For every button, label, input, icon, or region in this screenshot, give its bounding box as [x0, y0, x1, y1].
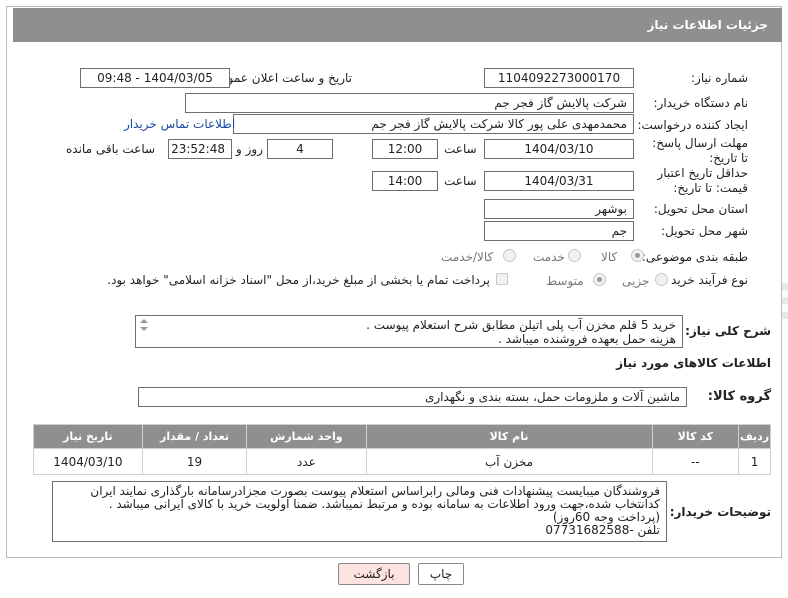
buyer-contact-link[interactable]: اطلاعات تماس خریدار [124, 117, 235, 131]
reply-deadline-label: مهلت ارسال پاسخ: تا تاریخ: [652, 136, 748, 165]
cell-qty: 19 [141, 448, 248, 475]
treasury-note: پرداخت تمام یا بخشی از مبلغ خرید،از محل … [107, 273, 490, 287]
goods-section-title: اطلاعات کالاهای مورد نیاز [616, 356, 771, 370]
price-validity-date-field: 1404/03/31 [484, 171, 634, 191]
description-label: شرح کلی نیاز: [685, 324, 771, 338]
reply-days-field: 4 [267, 139, 333, 159]
goods-group-label: گروه کالا: [707, 389, 771, 404]
price-validity-label: حداقل تاریخ اعتبار قیمت: تا تاریخ: [657, 166, 748, 195]
need-number-field: 1104092273000170 [484, 68, 634, 88]
page-title: جزئیات اطلاعات نیاز [647, 18, 768, 32]
goods-table: ردیف کد کالا نام کالا واحد شمارش تعداد /… [33, 424, 771, 475]
category-label: طبقه بندی موضوعی: [641, 250, 748, 264]
col-date: تاریخ نیاز [33, 424, 143, 449]
cell-date: 1404/03/10 [33, 448, 143, 475]
purchase-option-minor: جزیی [622, 274, 650, 288]
announce-field: 1404/03/05 - 09:48 [80, 68, 230, 88]
city-label: شهر محل تحویل: [661, 224, 748, 238]
goods-group-field: ماشین آلات و ملزومات حمل، بسته بندی و نگ… [138, 387, 687, 407]
purchase-radio-medium[interactable] [593, 273, 606, 286]
scroll-arrows-icon [140, 319, 148, 331]
need-number-label: شماره نیاز: [691, 71, 748, 85]
reply-date-field: 1404/03/10 [484, 139, 634, 159]
province-label: استان محل تحویل: [653, 202, 748, 216]
back-button[interactable]: بازگشت [338, 563, 410, 585]
cell-name: مخزن آب [365, 448, 653, 475]
requester-label: ایجاد کننده درخواست: [637, 118, 748, 132]
category-radio-goods[interactable] [631, 249, 644, 262]
province-field: بوشهر [484, 199, 634, 219]
price-validity-time-field: 14:00 [372, 171, 438, 191]
category-option-service: خدمت [533, 250, 565, 264]
category-radio-service[interactable] [568, 249, 581, 262]
description-line-2: هزینه حمل بعهده فروشنده میباشد . [497, 332, 676, 346]
cell-code: -- [651, 448, 740, 475]
col-unit: واحد شمارش [246, 424, 367, 449]
col-name: نام کالا [365, 424, 653, 449]
buyer-notes-textarea[interactable]: فروشندگان میبایست پیشنهادات فنی ومالی را… [52, 481, 667, 542]
cell-unit: عدد [246, 448, 367, 475]
reply-days-label: روز و [236, 142, 263, 156]
purchase-radio-minor[interactable] [655, 273, 668, 286]
buyer-notes-line-4: تلفن -07731682588 [545, 523, 660, 537]
col-code: کد کالا [651, 424, 740, 449]
print-button[interactable]: چاپ [418, 563, 464, 585]
city-field: جم [484, 221, 634, 241]
page-header: جزئیات اطلاعات نیاز [13, 8, 782, 42]
category-option-goods: کالا [601, 250, 618, 264]
treasury-checkbox[interactable] [496, 273, 508, 285]
price-validity-time-label: ساعت [444, 174, 477, 188]
reply-time-label: ساعت [444, 142, 477, 156]
description-textarea[interactable]: خرید 5 قلم مخزن آب پلی اتیلن مطابق شرح ا… [135, 315, 683, 348]
buyer-org-field: شرکت پالایش گاز فجر جم [185, 93, 634, 113]
category-option-goods-service: کالا/خدمت [441, 250, 494, 264]
col-qty: تعداد / مقدار [141, 424, 248, 449]
cell-row: 1 [738, 448, 771, 475]
purchase-type-label: نوع فرآیند خرید : [663, 273, 748, 287]
table-row: 1 -- مخزن آب عدد 19 1404/03/10 [33, 448, 771, 475]
description-scrollbar[interactable] [138, 317, 150, 346]
reply-time-field: 12:00 [372, 139, 438, 159]
col-row: ردیف [738, 424, 771, 449]
category-radio-goods-service[interactable] [503, 249, 516, 262]
buyer-org-label: نام دستگاه خریدار: [653, 96, 749, 110]
goods-table-header: ردیف کد کالا نام کالا واحد شمارش تعداد /… [33, 424, 771, 449]
purchase-option-medium: متوسط [546, 274, 584, 288]
description-line-1: خرید 5 قلم مخزن آب پلی اتیلن مطابق شرح ا… [366, 318, 676, 332]
buyer-notes-label: توضیحات خریدار: [669, 505, 771, 519]
remaining-time-label: ساعت باقی مانده [66, 142, 156, 156]
remaining-time-field: 23:52:48 [168, 139, 232, 159]
requester-field: محمدمهدی علی پور کالا شرکت پالایش گاز فج… [233, 114, 634, 134]
